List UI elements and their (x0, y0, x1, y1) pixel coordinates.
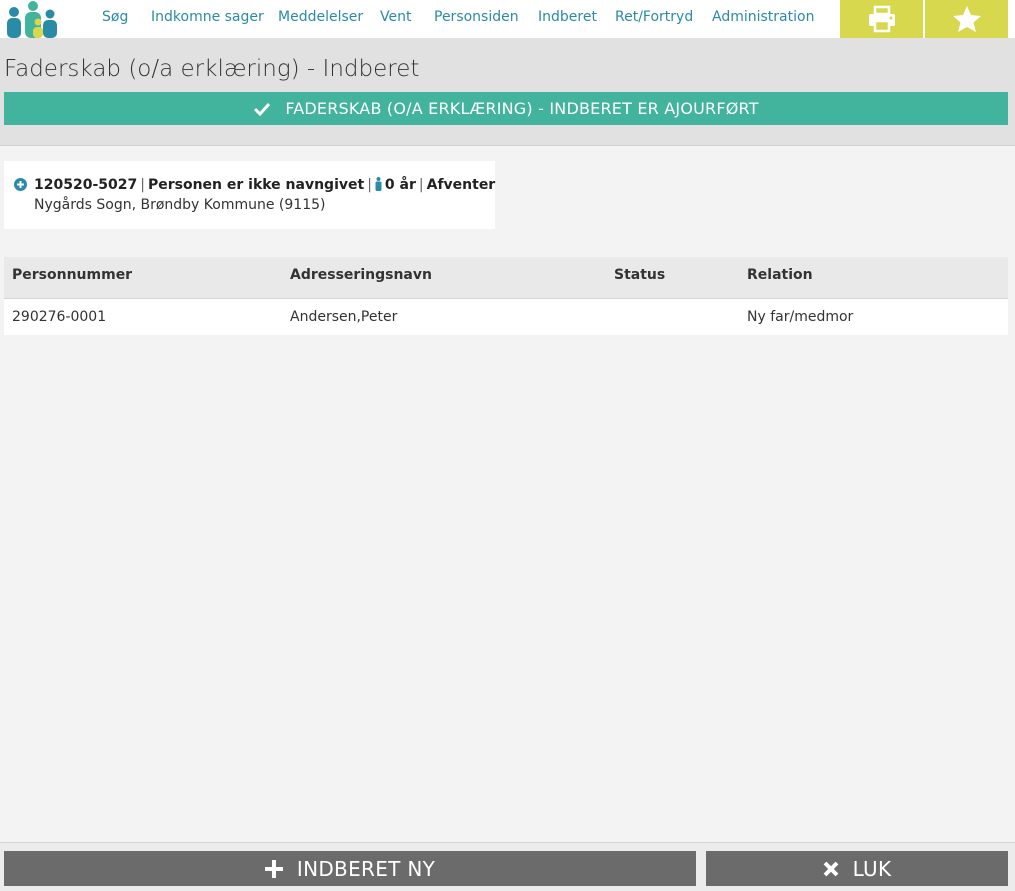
close-label: LUK (852, 856, 892, 881)
indberet-ny-label: INDBERET NY (296, 856, 436, 881)
printer-icon (868, 5, 895, 33)
cell-relation: Ny far/medmor (747, 309, 854, 325)
person-icon (375, 177, 382, 191)
separator: | (418, 177, 424, 193)
favorite-button[interactable] (925, 0, 1008, 38)
person-summary-card: 120520-5027 | Personen er ikke navngivet | 0… (4, 161, 495, 229)
person-location: Nygårds Sogn, Brøndby Kommune (9115) (34, 197, 326, 213)
cell-personnummer: 290276-0001 (12, 309, 107, 325)
person-cpr: 120520-5027 (34, 177, 138, 193)
nav-item-administration[interactable]: Administration (712, 9, 814, 25)
top-navigation-bar: Søg Indkomne sager Meddelelser Vent Pers… (0, 0, 1015, 38)
table-row[interactable]: 290276-0001 Andersen,Peter Ny far/medmor (4, 299, 1008, 335)
nav-item-personsiden[interactable]: Personsiden (434, 9, 519, 25)
print-button[interactable] (840, 0, 923, 38)
success-message: FADERSKAB (O/A ERKLÆRING) - INDBERET ER … (285, 99, 759, 118)
person-name: Personen er ikke navngivet (147, 177, 365, 193)
star-icon (952, 6, 981, 32)
person-status: Afventer (426, 177, 496, 193)
close-button[interactable]: LUK (706, 851, 1008, 886)
person-age: 0 år (384, 177, 416, 193)
person-header-line: 120520-5027 | Personen er ikke navngivet | 0… (34, 177, 495, 193)
nav-item-soeg[interactable]: Søg (102, 9, 128, 25)
nav-item-ret-fortryd[interactable]: Ret/Fortryd (615, 9, 693, 25)
separator: | (140, 177, 145, 193)
plus-icon (264, 859, 283, 878)
column-header-adresseringsnavn[interactable]: Adresseringsnavn (290, 267, 432, 283)
column-header-personnummer[interactable]: Personnummer (12, 267, 132, 283)
success-banner: FADERSKAB (O/A ERKLÆRING) - INDBERET ER … (4, 92, 1008, 125)
relations-table: Personnummer Adresseringsnavn Status Rel… (4, 257, 1008, 335)
indberet-ny-button[interactable]: INDBERET NY (4, 851, 696, 886)
expand-plus-icon[interactable] (14, 178, 27, 191)
separator: | (367, 177, 372, 193)
checkmark-icon (253, 102, 271, 116)
nav-item-indkomne-sager[interactable]: Indkomne sager (151, 9, 264, 25)
nav-item-meddelelser[interactable]: Meddelelser (278, 9, 363, 25)
page-title: Faderskab (o/a erklæring) - Indberet (4, 56, 420, 82)
nav-item-vent[interactable]: Vent (380, 9, 411, 25)
column-header-relation[interactable]: Relation (747, 267, 813, 283)
table-header: Personnummer Adresseringsnavn Status Rel… (4, 257, 1008, 299)
cell-adresseringsnavn: Andersen,Peter (290, 309, 398, 325)
family-logo-icon[interactable] (4, 0, 60, 38)
column-header-status[interactable]: Status (614, 267, 665, 283)
nav-item-indberet[interactable]: Indberet (538, 9, 597, 25)
close-icon (823, 861, 839, 877)
